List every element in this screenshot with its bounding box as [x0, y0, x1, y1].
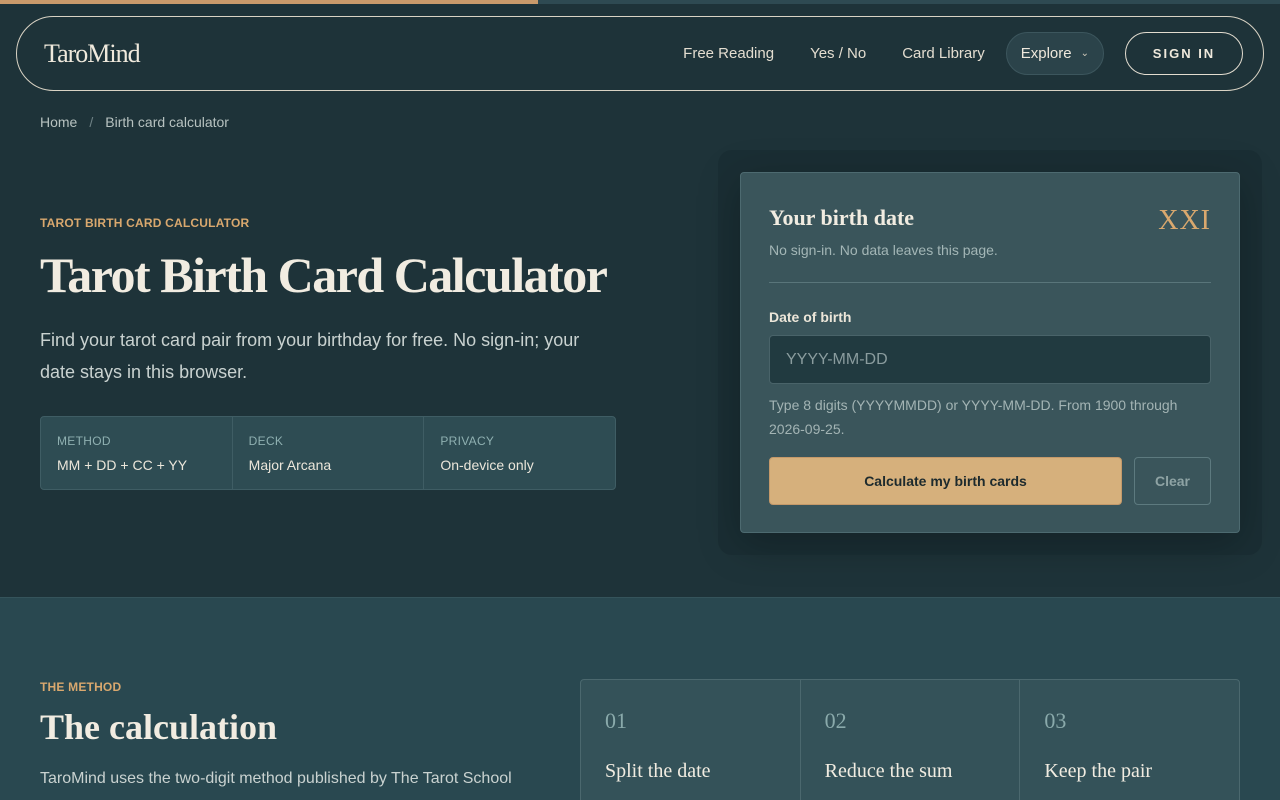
form-divider	[769, 282, 1211, 283]
breadcrumb: Home / Birth card calculator	[40, 114, 229, 130]
method-title: The calculation	[40, 707, 278, 747]
step-title: Reduce the sum	[824, 760, 953, 782]
site-logo[interactable]: TaroMind	[44, 39, 141, 69]
reading-progress-bar	[0, 0, 1280, 4]
clear-button[interactable]: Clear	[1134, 457, 1211, 505]
top-navigation: TaroMind Free Reading Yes / No Card Libr…	[16, 16, 1264, 91]
birth-date-form-card: Your birth date XXI No sign-in. No data …	[740, 172, 1240, 533]
method-step: 03 Keep the pair	[1020, 680, 1239, 800]
breadcrumb-current: Birth card calculator	[105, 114, 229, 130]
explore-label: Explore	[1020, 45, 1072, 62]
date-of-birth-label: Date of birth	[769, 309, 852, 325]
hero-eyebrow: TAROT BIRTH CARD CALCULATOR	[40, 216, 250, 230]
date-format-hint: Type 8 digits (YYYYMMDD) or YYYY-MM-DD. …	[769, 397, 1178, 437]
calculate-birth-cards-button[interactable]: Calculate my birth cards	[769, 457, 1122, 505]
method-section: THE METHOD The calculation TaroMind uses…	[0, 597, 1280, 800]
step-number: 01	[605, 708, 627, 733]
fact-value: Major Arcana	[248, 457, 332, 473]
fact-label: METHOD	[57, 434, 111, 448]
fact-label: PRIVACY	[440, 434, 495, 448]
fact-value: On-device only	[440, 457, 534, 473]
hero-description: Find your tarot card pair from your birt…	[40, 330, 580, 382]
method-description: TaroMind uses the two-digit method publi…	[40, 770, 512, 787]
chevron-down-icon: ⌄	[1080, 48, 1089, 59]
fact-privacy: PRIVACY On-device only	[424, 417, 615, 489]
nav-links: Free Reading Yes / No Card Library Explo…	[683, 32, 1243, 75]
breadcrumb-separator: /	[89, 114, 94, 130]
step-number: 02	[824, 708, 847, 733]
fact-label: DECK	[248, 434, 284, 448]
fact-deck: DECK Major Arcana	[233, 417, 425, 489]
roman-numeral-ornament: XXI	[1158, 205, 1211, 236]
nav-link-free-reading[interactable]: Free Reading	[683, 45, 774, 62]
method-step: 02 Reduce the sum	[801, 680, 1021, 800]
step-title: Split the date	[605, 760, 711, 782]
fact-method: METHOD MM + DD + CC + YY	[41, 417, 233, 489]
nav-link-card-library[interactable]: Card Library	[902, 45, 985, 62]
method-step: 01 Split the date	[581, 680, 801, 800]
breadcrumb-home-link[interactable]: Home	[40, 114, 77, 130]
reading-progress-fill	[0, 0, 538, 4]
explore-dropdown-button[interactable]: Explore ⌄	[1005, 32, 1104, 75]
step-number: 03	[1044, 708, 1067, 733]
form-subtitle: No sign-in. No data leaves this page.	[769, 242, 998, 258]
method-steps: 01 Split the date 02 Reduce the sum 03 K…	[580, 679, 1240, 800]
sign-in-button[interactable]: SIGN IN	[1125, 32, 1243, 75]
fact-value: MM + DD + CC + YY	[57, 457, 188, 473]
page-title: Tarot Birth Card Calculator	[40, 247, 608, 303]
method-eyebrow: THE METHOD	[40, 680, 122, 694]
date-of-birth-input[interactable]	[769, 335, 1211, 384]
form-title: Your birth date	[769, 205, 915, 230]
calculator-facts: METHOD MM + DD + CC + YY DECK Major Arca…	[40, 416, 616, 490]
nav-link-yes-no[interactable]: Yes / No	[810, 45, 866, 62]
step-title: Keep the pair	[1044, 760, 1153, 782]
